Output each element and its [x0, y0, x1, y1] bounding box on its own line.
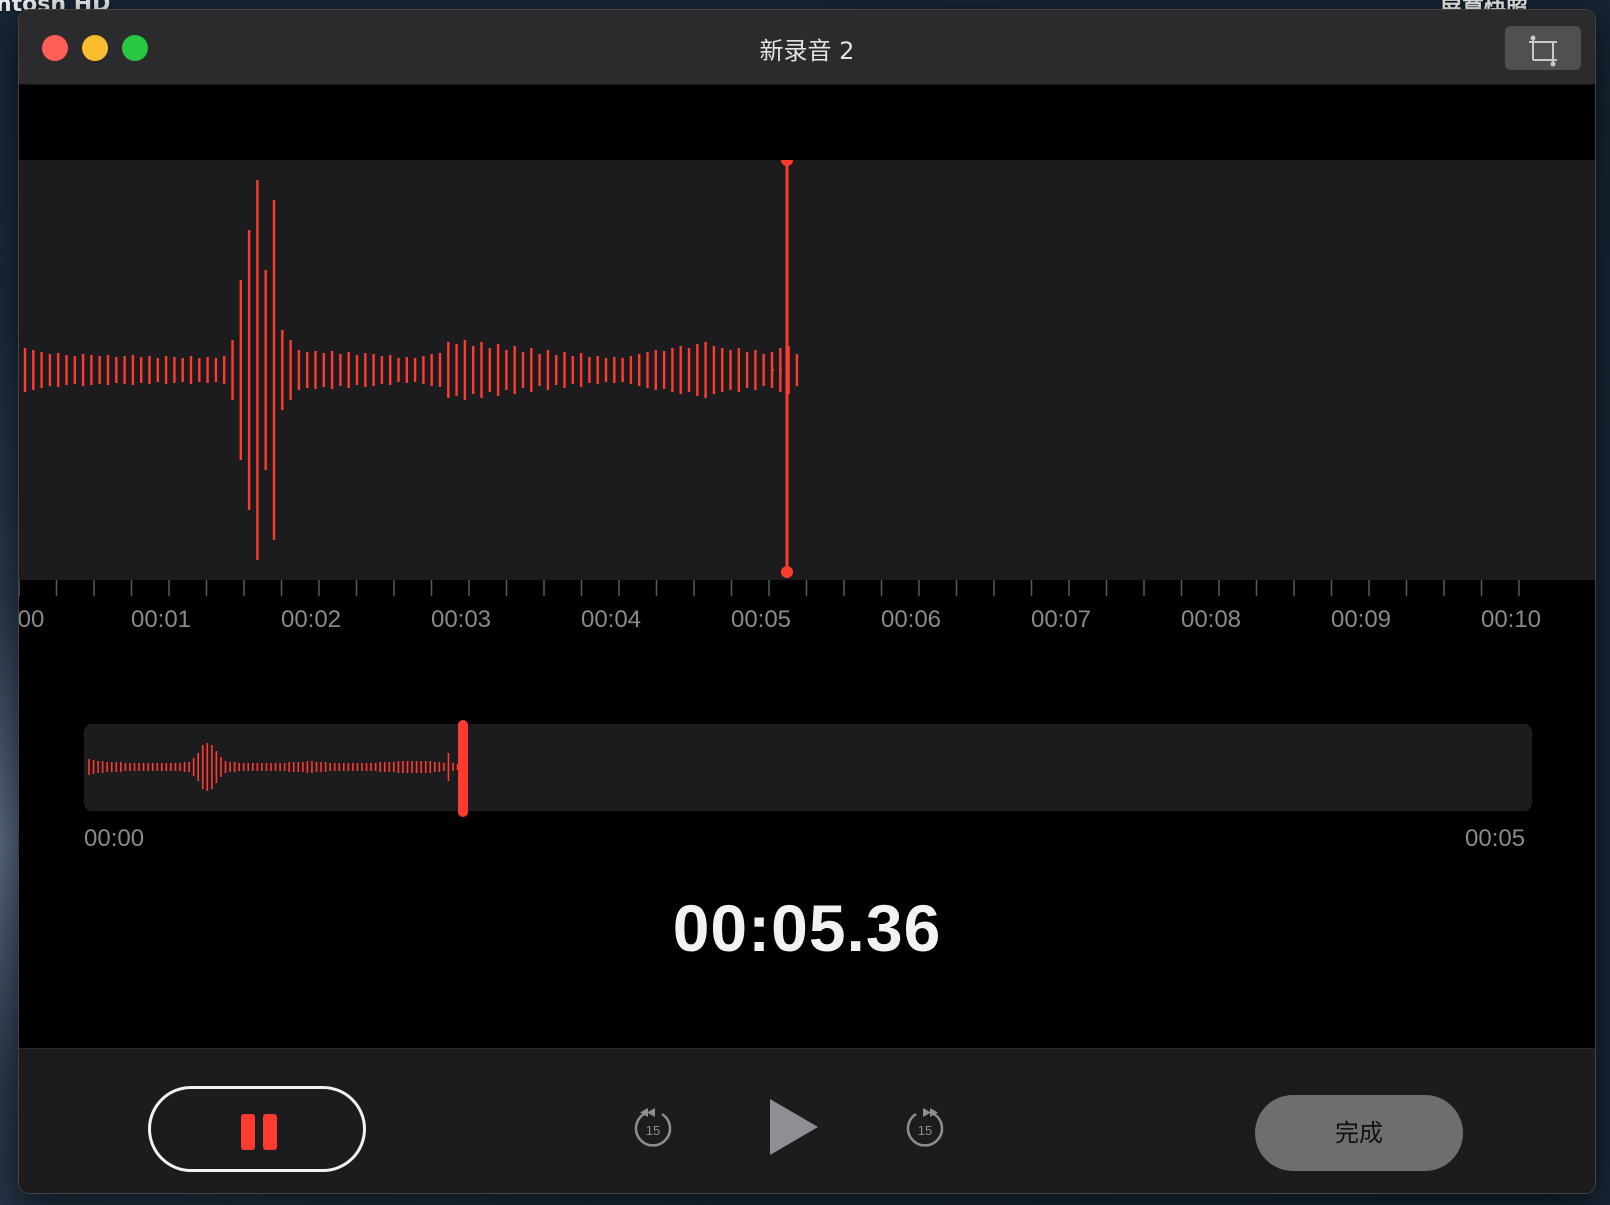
timeline-label: 00:10	[1480, 606, 1542, 633]
timeline-label: 00:05	[730, 606, 792, 633]
timeline-ruler: 00 00:01 00:02 00:03 00:04 00:05 00:06 00:07 00:…	[19, 580, 1595, 640]
timeline-label: 00:06	[880, 606, 942, 633]
overview-end-time: 00:05	[1465, 825, 1526, 852]
trim-icon	[1529, 35, 1557, 67]
skip-back-seconds: 15	[646, 1123, 660, 1138]
play-button[interactable]	[764, 1096, 824, 1158]
main-waveform	[23, 160, 799, 578]
timeline-label: 00:02	[280, 606, 342, 633]
waveform-view[interactable]	[19, 160, 1595, 580]
timeline-label: 00:07	[1030, 606, 1092, 633]
window-title: 新录音 2	[759, 37, 855, 65]
skip-forward-15-button[interactable]: 15	[902, 1104, 948, 1150]
skip-forward-seconds: 15	[918, 1123, 932, 1138]
controls-bar: 15 15 完成	[19, 1048, 1595, 1193]
overview-waveform-bars	[88, 743, 459, 791]
overview-playhead[interactable]	[458, 720, 468, 817]
skip-back-15-button[interactable]: 15	[630, 1104, 676, 1150]
overview-waveform[interactable]	[84, 720, 1532, 817]
playhead-knob	[781, 160, 793, 166]
timeline-label: 00:01	[130, 606, 192, 633]
title-bar[interactable]: 新录音 2	[19, 10, 1595, 85]
elapsed-time: 00:05.36	[672, 891, 942, 965]
timeline-label: 00:09	[1330, 606, 1392, 633]
timeline-label: 00:08	[1180, 606, 1242, 633]
timeline-label: 00:03	[430, 606, 492, 633]
skip-back-15-icon: 15	[634, 1108, 672, 1147]
pause-icon	[239, 1114, 279, 1150]
voice-memos-window: 新录音 2 00 00:01 00:02 00:03 00:04 00:05 00:06 00…	[19, 10, 1595, 1193]
pause-button[interactable]	[148, 1086, 366, 1172]
playhead-knob	[781, 566, 793, 578]
done-button[interactable]: 完成	[1255, 1095, 1463, 1171]
overview-start-time: 00:00	[84, 825, 145, 852]
skip-forward-15-icon: 15	[906, 1108, 944, 1147]
trim-button[interactable]	[1505, 26, 1581, 70]
timeline-label: 00:04	[580, 606, 642, 633]
play-icon	[770, 1099, 818, 1155]
timeline-label: 00	[19, 606, 45, 633]
